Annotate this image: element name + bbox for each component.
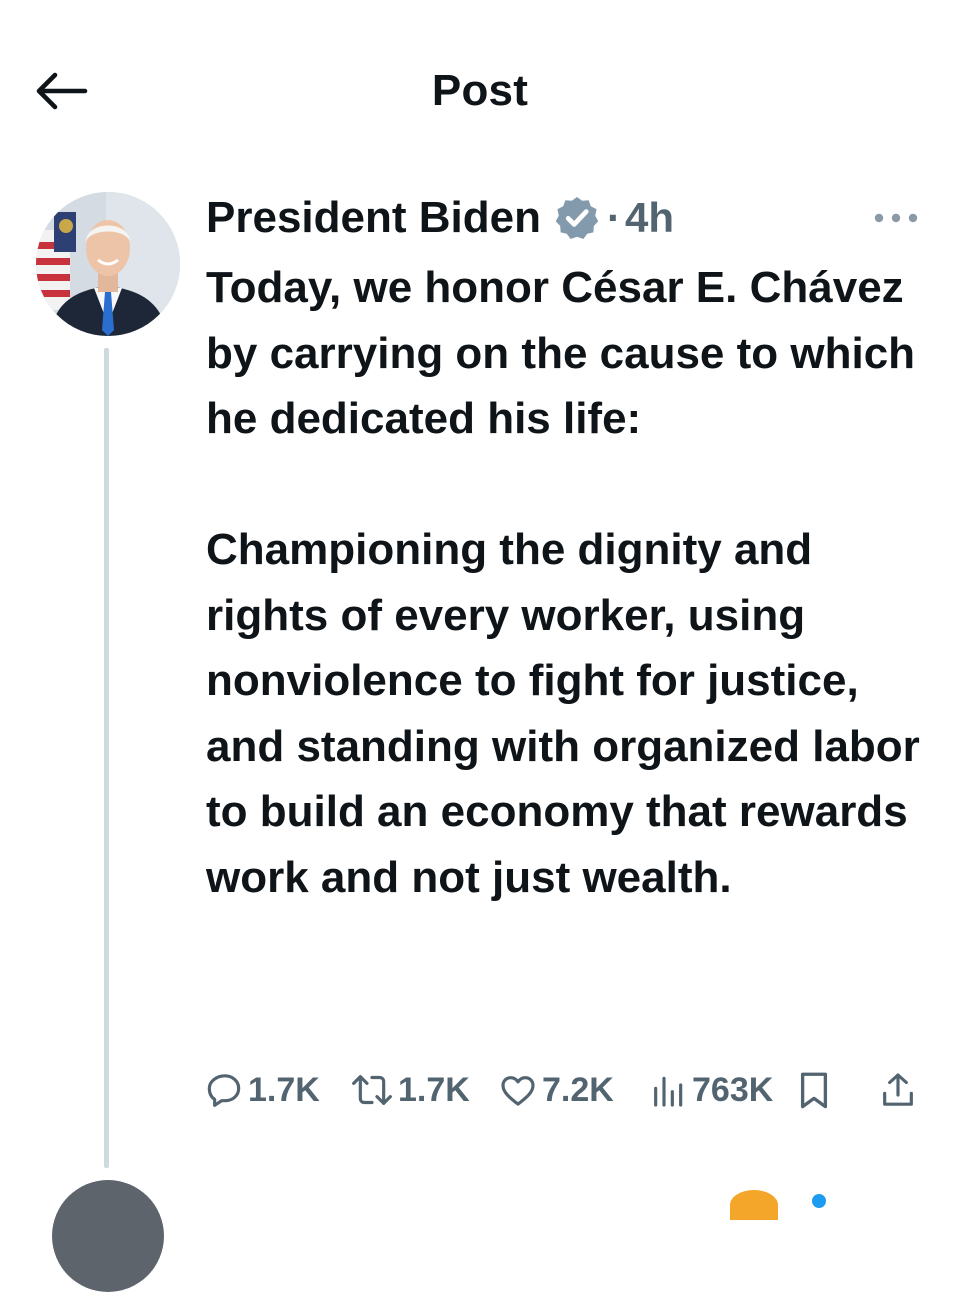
reply-button[interactable]: 1.7K: [204, 1062, 320, 1118]
like-count: 7.2K: [542, 1071, 614, 1109]
top-bar: Post: [0, 0, 960, 180]
author-avatar[interactable]: [36, 192, 180, 336]
views-button[interactable]: 763K: [650, 1062, 773, 1118]
avatar-image: [36, 192, 180, 336]
emoji-icon: [730, 1190, 778, 1220]
more-horizontal-icon: [874, 213, 918, 223]
verified-badge-icon: [812, 1194, 826, 1208]
reply-icon: [207, 1074, 241, 1107]
bookmark-button[interactable]: [796, 1062, 832, 1118]
post-actions: 1.7K 1.7K 7.2K 763K: [204, 1062, 924, 1118]
more-options-button[interactable]: [872, 206, 920, 230]
bookmark-icon: [800, 1072, 828, 1109]
post-timestamp[interactable]: 4h: [625, 190, 674, 246]
reply-count: 1.7K: [248, 1071, 320, 1109]
author-name[interactable]: President Biden: [206, 190, 541, 246]
heart-icon: [501, 1076, 535, 1106]
repost-icon: [352, 1075, 392, 1105]
thread-line: [104, 348, 109, 1168]
meta-separator: ·: [606, 194, 621, 241]
post-text: Today, we honor César E. Chávez by carry…: [206, 263, 920, 902]
verified-badge-icon[interactable]: [553, 194, 601, 242]
views-count: 763K: [692, 1071, 774, 1109]
next-reply-avatar[interactable]: [52, 1180, 164, 1292]
share-button[interactable]: [878, 1062, 918, 1118]
post-header: President Biden · 4h: [206, 188, 674, 248]
repost-button[interactable]: 1.7K: [350, 1062, 470, 1118]
share-icon: [883, 1073, 913, 1106]
like-button[interactable]: 7.2K: [498, 1062, 614, 1118]
repost-count: 1.7K: [398, 1071, 470, 1109]
page-title: Post: [431, 66, 529, 115]
views-icon: [654, 1076, 683, 1107]
